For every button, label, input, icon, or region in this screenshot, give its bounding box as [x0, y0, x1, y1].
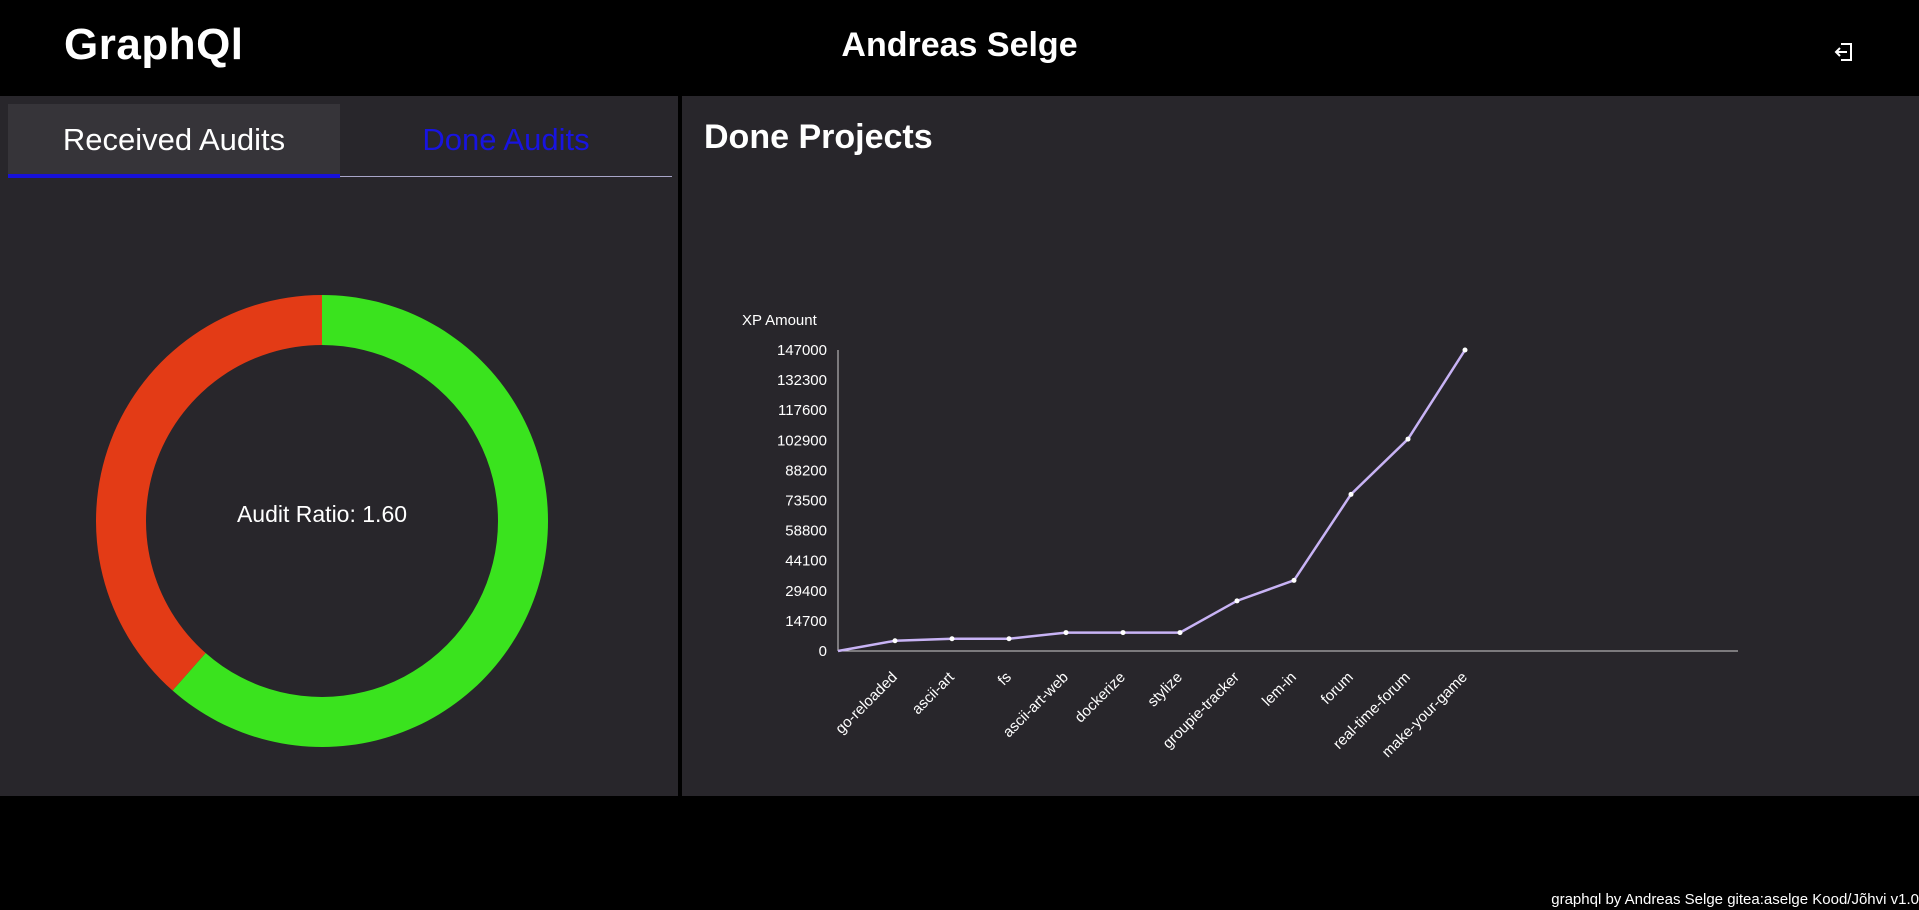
- x-tick-label: lem-in: [1259, 669, 1300, 710]
- x-tick-label: forum: [1318, 669, 1357, 708]
- y-tick-label: 0: [819, 643, 827, 660]
- xp-data-point: [1120, 630, 1126, 636]
- x-tick-label: dockerize: [1071, 669, 1128, 726]
- xp-data-point: [1177, 630, 1183, 636]
- y-tick-label: 14700: [785, 613, 827, 630]
- tab-done-audits[interactable]: Done Audits: [340, 104, 672, 176]
- y-tick-label: 29400: [785, 583, 827, 600]
- user-name: Andreas Selge: [841, 26, 1078, 64]
- y-tick-label: 44100: [785, 553, 827, 570]
- donut-segment-received: [96, 295, 323, 691]
- xp-data-point: [1006, 636, 1012, 642]
- xp-data-point: [1234, 598, 1240, 604]
- x-tick-label: go-reloaded: [832, 669, 901, 738]
- x-tick-label: stylize: [1144, 669, 1185, 710]
- y-tick-label: 58800: [785, 523, 827, 540]
- y-tick-label: 132300: [777, 372, 827, 389]
- top-header: GraphQl Andreas Selge: [0, 0, 1919, 96]
- xp-data-point: [892, 638, 898, 644]
- y-axis-label: XP Amount: [742, 312, 818, 329]
- projects-panel: Done Projects XP Amount 0 14700 29400 44100 5…: [682, 96, 1919, 796]
- xp-data-point: [949, 636, 955, 642]
- xp-data-point: [1291, 577, 1297, 583]
- audit-ratio-label: Audit Ratio: 1.60: [236, 501, 408, 527]
- x-tick-label: fs: [995, 669, 1015, 689]
- logout-icon[interactable]: [1832, 40, 1856, 64]
- x-tick-label: ascii-art: [909, 668, 959, 718]
- xp-data-point: [1348, 491, 1354, 497]
- y-tick-label: 147000: [777, 342, 827, 359]
- audit-tabs: Received Audits Done Audits: [8, 104, 672, 178]
- y-tick-label: 88200: [785, 462, 827, 479]
- y-tick-label: 73500: [785, 493, 827, 510]
- y-tick-label: 117600: [778, 402, 827, 419]
- xp-data-point: [1063, 630, 1069, 636]
- tab-received-audits[interactable]: Received Audits: [8, 104, 340, 178]
- y-tick-label: 102900: [777, 432, 827, 449]
- footer-credit: graphql by Andreas Selge gitea:aselge Ko…: [1551, 891, 1919, 908]
- xp-data-point: [1405, 436, 1411, 442]
- xp-data-point: [1462, 347, 1468, 353]
- xp-series-line: [837, 349, 1467, 653]
- audits-panel: Received Audits Done Audits Audit Ratio:…: [0, 96, 678, 796]
- xp-line-chart: XP Amount 0 14700 29400 44100 58800 73500 88200…: [742, 312, 1738, 761]
